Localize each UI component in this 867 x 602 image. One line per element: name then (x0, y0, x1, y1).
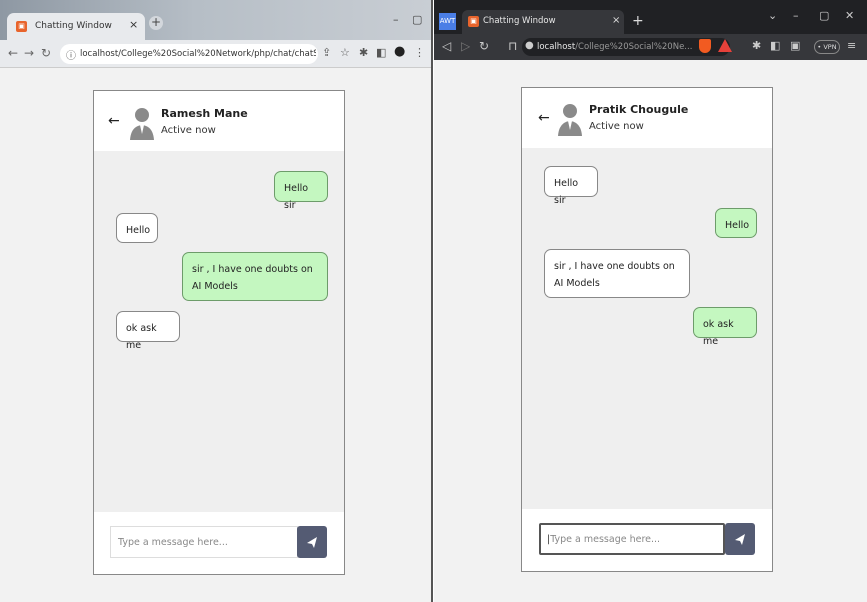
contact-status: Active now (589, 121, 644, 132)
wallet-icon[interactable]: ▣ (790, 39, 800, 52)
message-input[interactable]: |Type a message here... (539, 523, 725, 555)
user-avatar-icon (128, 104, 156, 140)
left-forward-nav-icon[interactable]: → (24, 46, 34, 60)
input-placeholder: Type a message here... (550, 534, 661, 545)
right-new-tab-button[interactable]: + (632, 13, 644, 29)
menu-kebab-icon[interactable]: ⋮ (414, 46, 425, 59)
left-tab-title: Chatting Window (35, 21, 112, 31)
right-tab-title: Chatting Window (483, 16, 556, 26)
right-browser-window: AWT ▣ Chatting Window × + ⌄ – ▢ ✕ ◁ ▷ ↻ … (434, 0, 867, 602)
url-path: /College%20Social%20Ne... (575, 42, 693, 52)
brave-shield-icon[interactable] (699, 39, 711, 53)
message-input[interactable]: Type a message here... (110, 526, 298, 558)
right-forward-nav-icon[interactable]: ▷ (461, 39, 470, 53)
right-chat-panel: ← Pratik Chougule Active now Hello sir H… (521, 87, 773, 572)
right-tab-bar: AWT ▣ Chatting Window × + ⌄ – ▢ ✕ (434, 0, 867, 34)
awt-app-icon[interactable]: AWT (439, 13, 456, 30)
share-icon[interactable]: ⇪ (322, 46, 331, 59)
left-chat-footer: Type a message here... (94, 512, 344, 574)
contact-name: Ramesh Mane (161, 107, 248, 120)
back-arrow-icon[interactable]: ← (108, 113, 120, 129)
message-bubble-outgoing: Hello sir (274, 171, 328, 211)
sidebar-icon[interactable]: ◧ (376, 46, 386, 59)
message-bubble-outgoing: sir , I have one doubts on AI Models (182, 252, 328, 301)
left-tab-chatting-window[interactable]: ▣ Chatting Window × (7, 13, 145, 41)
vpn-button[interactable]: • VPN (814, 40, 840, 54)
back-arrow-icon[interactable]: ← (538, 110, 550, 126)
brave-rewards-icon[interactable] (718, 39, 732, 52)
right-tab-chatting-window[interactable]: ▣ Chatting Window × (462, 10, 624, 34)
right-back-nav-icon[interactable]: ◁ (442, 39, 451, 53)
right-url-text: localhost/College%20Social%20Ne... (537, 42, 697, 52)
tab-favicon-icon: ▣ (16, 21, 27, 32)
message-bubble-incoming: Hello (116, 213, 158, 243)
send-button[interactable] (725, 523, 755, 555)
left-browser-window: ▣ Chatting Window × + – ▢ ← → ↻ ⓘ localh… (0, 0, 433, 602)
right-chat-header: ← Pratik Chougule Active now (522, 88, 772, 148)
site-info-icon[interactable]: ● (525, 40, 534, 51)
message-bubble-incoming: sir , I have one doubts on AI Models (544, 249, 690, 298)
message-bubble-outgoing: Hello (715, 208, 757, 238)
extensions-puzzle-icon[interactable]: ✱ (752, 39, 761, 52)
paper-plane-icon (307, 537, 317, 548)
maximize-icon[interactable]: ▢ (819, 9, 829, 22)
left-tab-bar: ▣ Chatting Window × + – ▢ (0, 0, 431, 41)
menu-hamburger-icon[interactable]: ≡ (847, 39, 856, 52)
left-minimize-icon[interactable]: – (393, 13, 399, 26)
paper-plane-icon (735, 534, 745, 545)
message-bubble-incoming: ok ask me (116, 311, 180, 351)
contact-name: Pratik Chougule (589, 103, 689, 116)
left-tab-close-icon[interactable]: × (129, 18, 138, 31)
left-url-field[interactable]: ⓘ localhost/College%20Social%20Network/p… (60, 44, 318, 64)
left-url-text: localhost/College%20Social%20Network/php… (80, 49, 316, 59)
send-button[interactable] (297, 526, 327, 558)
left-chat-header: ← Ramesh Mane Active now (94, 91, 344, 151)
left-chat-panel: ← Ramesh Mane Active now Hello sir Hello… (93, 90, 345, 575)
site-info-icon[interactable]: ⓘ (66, 47, 76, 62)
left-new-tab-button[interactable]: + (149, 16, 163, 30)
left-back-nav-icon[interactable]: ← (8, 46, 18, 60)
message-bubble-outgoing: ok ask me (693, 307, 757, 347)
right-tab-close-icon[interactable]: × (612, 15, 620, 26)
close-window-icon[interactable]: ✕ (845, 9, 854, 22)
minimize-icon[interactable]: – (793, 9, 799, 22)
right-reload-icon[interactable]: ↻ (479, 39, 489, 53)
left-message-list: Hello sir Hello sir , I have one doubts … (94, 151, 344, 514)
right-address-bar: ◁ ▷ ↻ ⊓ ● localhost/College%20Social%20N… (434, 34, 867, 60)
left-reload-icon[interactable]: ↻ (41, 46, 51, 60)
contact-status: Active now (161, 125, 216, 136)
left-maximize-icon[interactable]: ▢ (412, 13, 422, 26)
bookmark-icon[interactable]: ⊓ (508, 39, 517, 53)
tab-favicon-icon: ▣ (468, 16, 479, 27)
tab-search-chevron-icon[interactable]: ⌄ (768, 9, 777, 22)
bookmark-star-icon[interactable]: ☆ (340, 46, 350, 59)
user-avatar-icon (556, 100, 584, 136)
right-message-list: Hello sir Hello sir , I have one doubts … (522, 148, 772, 511)
profile-icon[interactable]: ● (394, 44, 405, 59)
sidebar-icon[interactable]: ◧ (770, 39, 780, 52)
url-host: localhost (537, 42, 576, 52)
right-chat-footer: |Type a message here... (522, 509, 772, 571)
left-address-bar: ← → ↻ ⓘ localhost/College%20Social%20Net… (0, 40, 431, 68)
extensions-puzzle-icon[interactable]: ✱ (359, 46, 368, 59)
message-bubble-incoming: Hello sir (544, 166, 598, 206)
